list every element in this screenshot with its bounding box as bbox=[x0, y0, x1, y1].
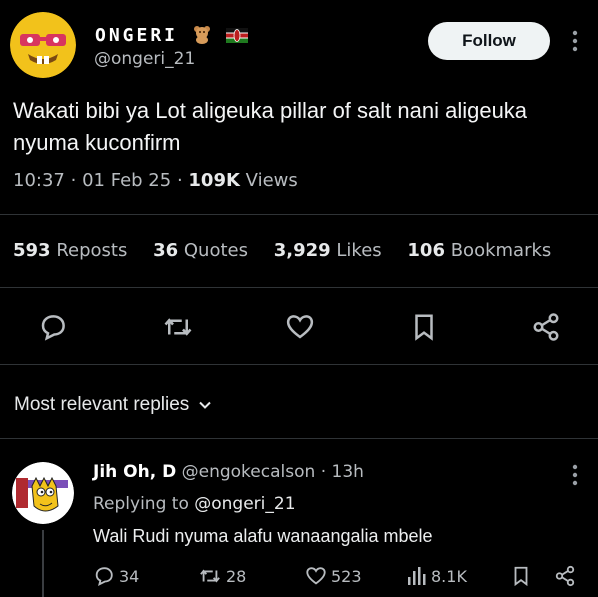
meta-separator: · bbox=[176, 170, 183, 191]
divider bbox=[0, 214, 598, 215]
share-icon bbox=[554, 565, 576, 587]
replying-to-prefix: Replying to bbox=[93, 494, 189, 514]
reply-likes-action[interactable]: 523 bbox=[305, 565, 362, 587]
reply-likes-count: 523 bbox=[331, 566, 362, 586]
replying-to-handle[interactable]: @ongeri_21 bbox=[194, 494, 295, 514]
post-date[interactable]: 01 Feb 25 bbox=[82, 170, 171, 191]
reply-header: Jih Oh, D @engokecalson · 13h bbox=[93, 462, 364, 482]
replying-to: Replying to @ongeri_21 bbox=[93, 494, 296, 514]
divider bbox=[0, 438, 598, 439]
reply-bookmark-action[interactable] bbox=[510, 565, 532, 587]
author-name[interactable]: ONGERI bbox=[95, 24, 248, 46]
thread-line bbox=[42, 530, 44, 597]
replies-sort-label: Most relevant replies bbox=[14, 394, 190, 415]
views-label: Views bbox=[245, 170, 298, 191]
repost-icon[interactable] bbox=[160, 309, 196, 345]
bookmark-icon[interactable] bbox=[406, 309, 442, 345]
reply-icon[interactable] bbox=[35, 309, 71, 345]
divider bbox=[0, 287, 598, 288]
reply-replies-count: 34 bbox=[119, 566, 140, 586]
chevron-down-icon bbox=[197, 397, 213, 413]
reply-age[interactable]: 13h bbox=[332, 462, 364, 482]
author-handle[interactable]: @ongeri_21 bbox=[94, 49, 195, 69]
divider bbox=[0, 364, 598, 365]
share-icon[interactable] bbox=[528, 309, 564, 345]
kenya-flag-icon bbox=[225, 28, 248, 43]
reply-reposts-action[interactable]: 28 bbox=[198, 565, 246, 587]
reply-author-avatar[interactable] bbox=[12, 462, 74, 524]
reply-author-name[interactable]: Jih Oh, D bbox=[93, 462, 176, 482]
bookmarks-stat[interactable]: 106 Bookmarks bbox=[407, 240, 551, 261]
reply-separator: · bbox=[320, 462, 327, 482]
repost-icon bbox=[198, 565, 222, 587]
quotes-stat[interactable]: 36 Quotes bbox=[153, 240, 248, 261]
reply-more-options-icon[interactable] bbox=[567, 463, 583, 487]
replies-sort-dropdown[interactable]: Most relevant replies bbox=[14, 394, 213, 416]
reposts-stat[interactable]: 593 Reposts bbox=[13, 240, 127, 261]
reply-replies-action[interactable]: 34 bbox=[93, 565, 139, 587]
reply-icon bbox=[93, 565, 115, 587]
views-count: 109K bbox=[188, 170, 240, 191]
author-avatar[interactable] bbox=[10, 12, 76, 78]
reply-views-count: 8.1K bbox=[431, 566, 467, 586]
more-options-icon[interactable] bbox=[567, 29, 583, 53]
bookmark-icon bbox=[510, 565, 532, 587]
like-icon[interactable] bbox=[282, 309, 318, 345]
reply-text: Wali Rudi nyuma alafu wanaangalia mbele bbox=[93, 526, 433, 546]
follow-button[interactable]: Follow bbox=[428, 22, 550, 60]
reply-author-handle[interactable]: @engokecalson bbox=[182, 462, 316, 482]
reply-share-action[interactable] bbox=[554, 565, 576, 587]
reply-reposts-count: 28 bbox=[226, 566, 247, 586]
post-time[interactable]: 10:37 bbox=[13, 170, 65, 191]
likes-stat[interactable]: 3,929 Likes bbox=[274, 240, 382, 261]
views-icon bbox=[407, 565, 427, 587]
post-meta: 10:37 · 01 Feb 25 · 109K Views bbox=[13, 170, 298, 191]
reply-views-action[interactable]: 8.1K bbox=[407, 565, 467, 587]
like-icon bbox=[305, 565, 327, 587]
teddy-bear-icon bbox=[192, 24, 212, 44]
meta-separator: · bbox=[70, 170, 77, 191]
author-display-name: ONGERI bbox=[95, 25, 179, 46]
engagement-stats: 593 Reposts 36 Quotes 3,929 Likes 106 Bo… bbox=[13, 240, 571, 261]
post-text: Wakati bibi ya Lot aligeuka pillar of sa… bbox=[13, 98, 528, 155]
